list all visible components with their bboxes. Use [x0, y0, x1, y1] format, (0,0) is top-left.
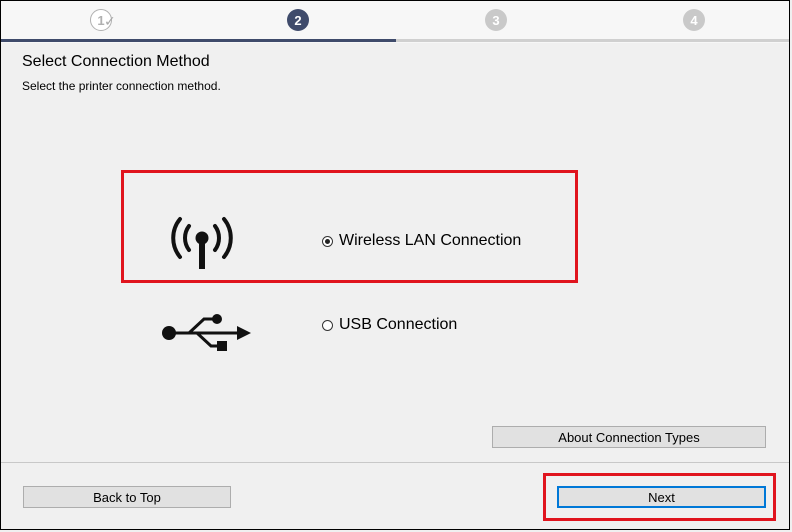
step-indicator: 1 ✓ 2 3 4	[1, 1, 789, 43]
about-connection-types-button[interactable]: About Connection Types	[492, 426, 766, 448]
wireless-antenna-icon	[171, 217, 233, 269]
progress-track	[1, 39, 789, 42]
page-subtitle: Select the printer connection method.	[22, 79, 221, 93]
usb-option[interactable]: USB Connection	[322, 316, 457, 334]
wireless-radio[interactable]	[322, 235, 333, 247]
usb-radio[interactable]	[322, 319, 333, 331]
installer-window: 1 ✓ 2 3 4 Select Connection Method Selec…	[0, 0, 790, 530]
wireless-option[interactable]: Wireless LAN Connection	[322, 232, 521, 250]
back-to-top-button[interactable]: Back to Top	[23, 486, 231, 508]
footer-divider	[1, 462, 789, 463]
step-4-circle: 4	[683, 9, 705, 31]
next-button[interactable]: Next	[557, 486, 766, 508]
usb-icon	[162, 314, 251, 351]
usb-option-label[interactable]: USB Connection	[339, 316, 457, 334]
wireless-option-label[interactable]: Wireless LAN Connection	[339, 232, 521, 250]
progress-fill	[1, 39, 396, 42]
page-title: Select Connection Method	[22, 53, 210, 70]
checkmark-icon: ✓	[104, 13, 116, 29]
step-3-circle: 3	[485, 9, 507, 31]
step-2-circle: 2	[287, 9, 309, 31]
